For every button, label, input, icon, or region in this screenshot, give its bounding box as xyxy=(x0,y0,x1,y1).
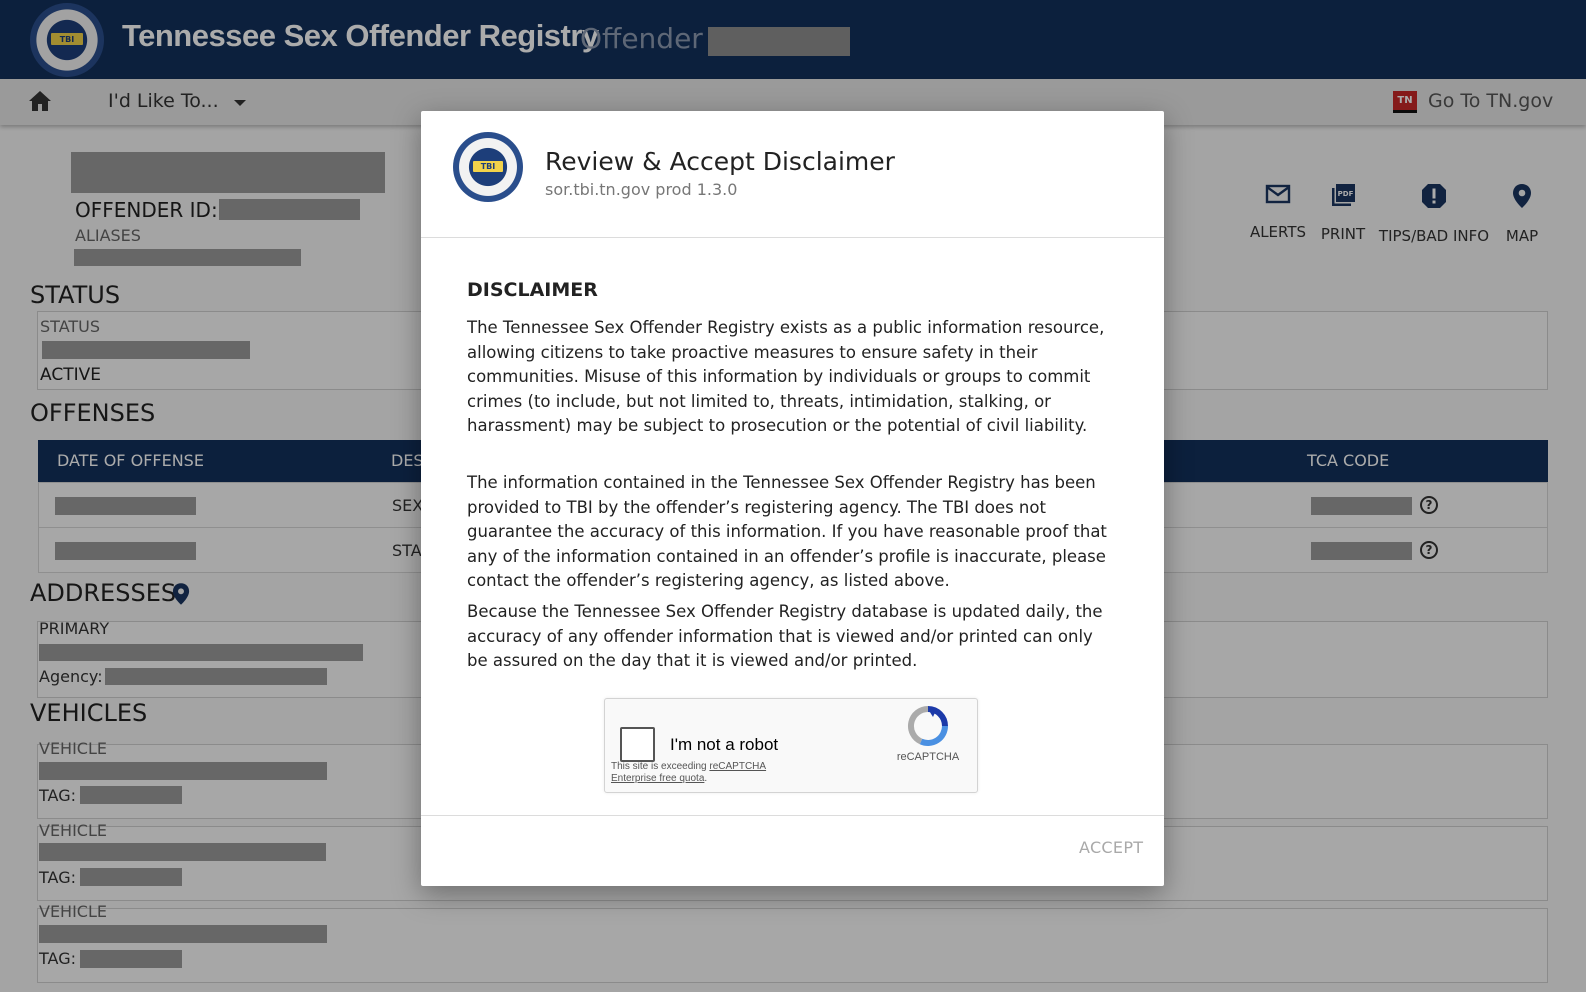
divider xyxy=(421,237,1164,238)
disclaimer-paragraph: Because the Tennessee Sex Offender Regis… xyxy=(467,602,1103,670)
recaptcha-checkbox[interactable] xyxy=(620,727,655,762)
dialog-subtitle: sor.tbi.tn.gov prod 1.3.0 xyxy=(545,180,738,199)
disclaimer-paragraph: The Tennessee Sex Offender Registry exis… xyxy=(467,318,1105,435)
disclaimer-dialog: TBI Review & Accept Disclaimer sor.tbi.t… xyxy=(421,111,1164,886)
recaptcha-icon xyxy=(907,706,948,746)
recaptcha-quota-note: This site is exceeding reCAPTCHA Enterpr… xyxy=(611,761,767,784)
recaptcha-widget: I'm not a robot This site is exceeding r… xyxy=(604,698,978,793)
divider xyxy=(421,815,1164,816)
seal-text: TBI xyxy=(471,158,505,174)
recaptcha-brand: reCAPTCHA xyxy=(896,751,960,763)
tbi-seal-logo: TBI xyxy=(453,132,523,202)
dialog-title: Review & Accept Disclaimer xyxy=(545,147,895,176)
accept-button[interactable]: ACCEPT xyxy=(1079,838,1143,857)
disclaimer-heading: DISCLAIMER xyxy=(467,279,598,301)
disclaimer-paragraph: The information contained in the Tenness… xyxy=(467,473,1107,590)
recaptcha-label: I'm not a robot xyxy=(670,735,779,754)
